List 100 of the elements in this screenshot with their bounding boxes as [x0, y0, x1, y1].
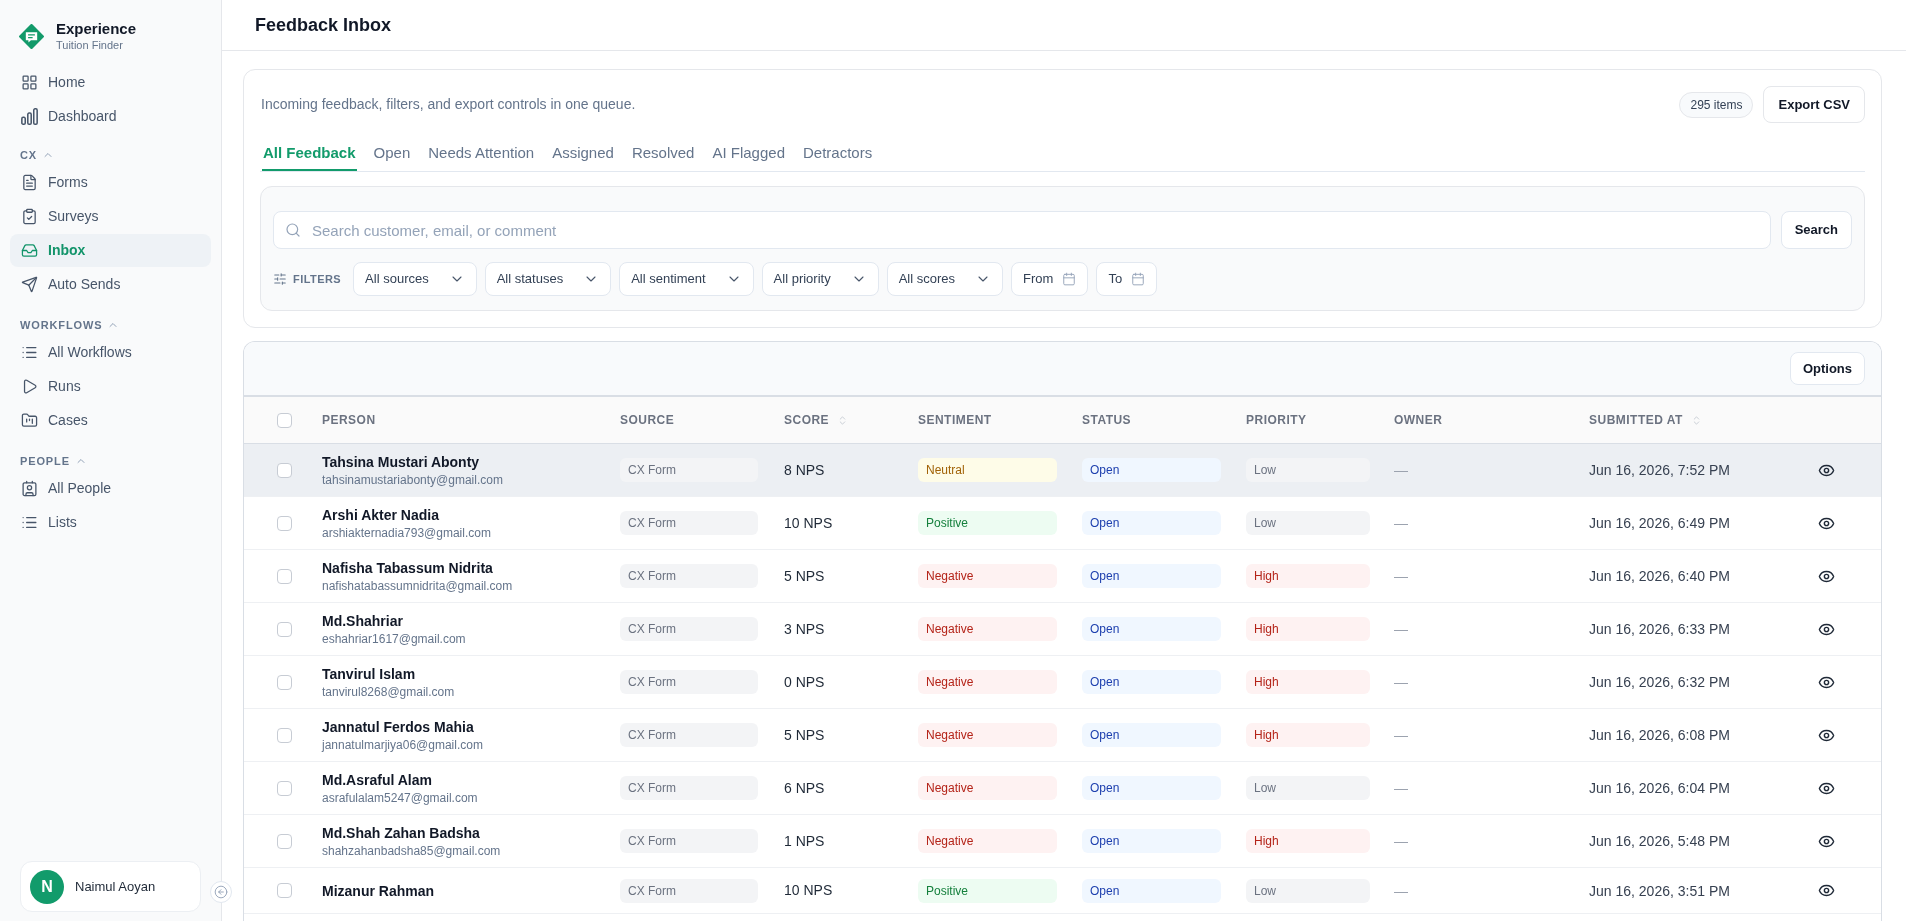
- owner-text: —: [1394, 515, 1408, 531]
- checkbox[interactable]: [277, 621, 292, 637]
- score-text: 6 NPS: [784, 778, 826, 798]
- checkbox[interactable]: [277, 515, 292, 531]
- page-title: Feedback Inbox: [255, 13, 392, 37]
- date-filter[interactable]: To: [1096, 262, 1158, 296]
- submitted-date: Jun 16, 2026, 5:48 PM: [1589, 833, 1730, 849]
- submitted-date: Jun 16, 2026, 6:04 PM: [1589, 780, 1730, 796]
- sentiment-badge: Negative: [918, 829, 1057, 853]
- status-badge: Open: [1082, 458, 1221, 482]
- search-field[interactable]: Search customer, email, or comment: [273, 211, 1771, 249]
- score-text: 0 NPS: [784, 672, 826, 692]
- nav-item[interactable]: Surveys: [10, 200, 211, 233]
- paper-plane-icon: [21, 276, 38, 293]
- nav-item[interactable]: Runs: [10, 370, 211, 403]
- nav-item[interactable]: Dashboard: [10, 100, 211, 133]
- priority-badge: Low: [1246, 511, 1370, 535]
- avatar: N: [30, 869, 64, 904]
- filter-dropdown[interactable]: All sources: [353, 262, 477, 296]
- nav-item[interactable]: All Workflows: [10, 336, 211, 369]
- tab[interactable]: Detractors: [802, 138, 874, 171]
- sentiment-badge: Negative: [918, 617, 1057, 641]
- source-badge: CX Form: [620, 564, 758, 588]
- item-count-badge: 295 items: [1679, 91, 1754, 118]
- status-badge: Open: [1082, 878, 1221, 903]
- checkbox[interactable]: [277, 883, 292, 898]
- clipboard-check-icon: [21, 208, 38, 225]
- nav-item[interactable]: Forms: [10, 166, 211, 199]
- search-button[interactable]: Search: [1780, 211, 1852, 249]
- priority-badge: High: [1246, 564, 1370, 588]
- collapse-sidebar-button[interactable]: [210, 881, 232, 903]
- person-email: shahzahanbadsha85@gmail.com: [322, 842, 502, 859]
- source-badge: CX Form: [620, 829, 758, 853]
- logo-icon: [19, 23, 44, 49]
- checkbox[interactable]: [277, 780, 292, 796]
- checkbox[interactable]: [277, 833, 292, 849]
- score-text: 5 NPS: [784, 725, 826, 745]
- search-icon: [285, 222, 301, 238]
- score-text: 10 NPS: [784, 881, 834, 900]
- checkbox[interactable]: [277, 462, 292, 478]
- date-filter[interactable]: From: [1011, 262, 1089, 296]
- checkbox[interactable]: [277, 674, 292, 690]
- score-text: 8 NPS: [784, 460, 826, 480]
- filter-dropdown[interactable]: All sentiment: [619, 262, 754, 296]
- submitted-date: Jun 16, 2026, 3:51 PM: [1589, 882, 1730, 899]
- score-text: 1 NPS: [784, 831, 826, 851]
- tab[interactable]: Assigned: [551, 138, 615, 171]
- person-email: eshahriar1617@gmail.com: [322, 630, 467, 647]
- owner-text: —: [1394, 882, 1408, 899]
- score-text: 10 NPS: [784, 513, 834, 533]
- brand-title: Experience: [56, 20, 137, 38]
- filter-dropdown[interactable]: All priority: [761, 262, 879, 296]
- person-name: Tahsina Mustari Abonty: [322, 452, 481, 471]
- checkbox[interactable]: [277, 727, 292, 743]
- tab[interactable]: All Feedback: [262, 138, 357, 171]
- export-csv-button[interactable]: Export CSV: [1763, 86, 1865, 123]
- status-badge: Open: [1082, 511, 1221, 535]
- column-header: SUBMITTED AT: [1589, 412, 1683, 429]
- filter-dropdown[interactable]: All statuses: [484, 262, 612, 296]
- tab[interactable]: AI Flagged: [711, 138, 786, 171]
- checkbox[interactable]: [277, 412, 292, 428]
- nav-item[interactable]: Lists: [10, 506, 211, 539]
- section-header[interactable]: PEOPLE: [10, 451, 211, 471]
- sentiment-badge: Negative: [918, 723, 1057, 747]
- person-name: Md.Shah Zahan Badsha: [322, 823, 481, 842]
- section-header[interactable]: WORKFLOWS: [10, 315, 211, 335]
- checkbox[interactable]: [277, 568, 292, 584]
- tab[interactable]: Resolved: [630, 138, 696, 171]
- nav-item[interactable]: All People: [10, 472, 211, 505]
- nav-item[interactable]: Home: [10, 66, 211, 99]
- priority-badge: High: [1246, 670, 1370, 694]
- priority-badge: Low: [1246, 776, 1370, 800]
- priority-badge: High: [1246, 723, 1370, 747]
- column-header: SENTIMENT: [918, 412, 992, 429]
- sentiment-badge: Negative: [918, 670, 1057, 694]
- sliders-icon: [273, 272, 287, 286]
- calendar-icon: [1131, 272, 1146, 286]
- owner-text: —: [1394, 727, 1408, 743]
- section-header[interactable]: CX: [10, 145, 211, 165]
- filter-dropdown[interactable]: All scores: [886, 262, 1004, 296]
- list-icon: [21, 344, 38, 361]
- tab[interactable]: Needs Attention: [427, 138, 536, 171]
- sentiment-badge: Positive: [918, 878, 1057, 903]
- source-badge: CX Form: [620, 878, 758, 903]
- submitted-date: Jun 16, 2026, 6:33 PM: [1589, 621, 1730, 637]
- description-text: Incoming feedback, filters, and export controls in one queue.: [260, 95, 636, 114]
- source-badge: CX Form: [620, 776, 758, 800]
- nav-item[interactable]: Cases: [10, 404, 211, 437]
- eye-icon: [1818, 882, 1835, 899]
- options-button[interactable]: Options: [1789, 352, 1865, 385]
- tab[interactable]: Open: [372, 138, 412, 171]
- column-header: PERSON: [322, 412, 376, 429]
- sentiment-badge: Negative: [918, 564, 1057, 588]
- priority-badge: High: [1246, 829, 1370, 853]
- person-email: jannatulmarjiya06@gmail.com: [322, 736, 484, 753]
- nav-item[interactable]: Auto Sends: [10, 268, 211, 301]
- submitted-date: Jun 16, 2026, 6:08 PM: [1589, 727, 1730, 743]
- status-badge: Open: [1082, 776, 1221, 800]
- view-button[interactable]: [1818, 882, 1835, 899]
- user-card[interactable]: N Naimul Aoyan: [20, 861, 201, 912]
